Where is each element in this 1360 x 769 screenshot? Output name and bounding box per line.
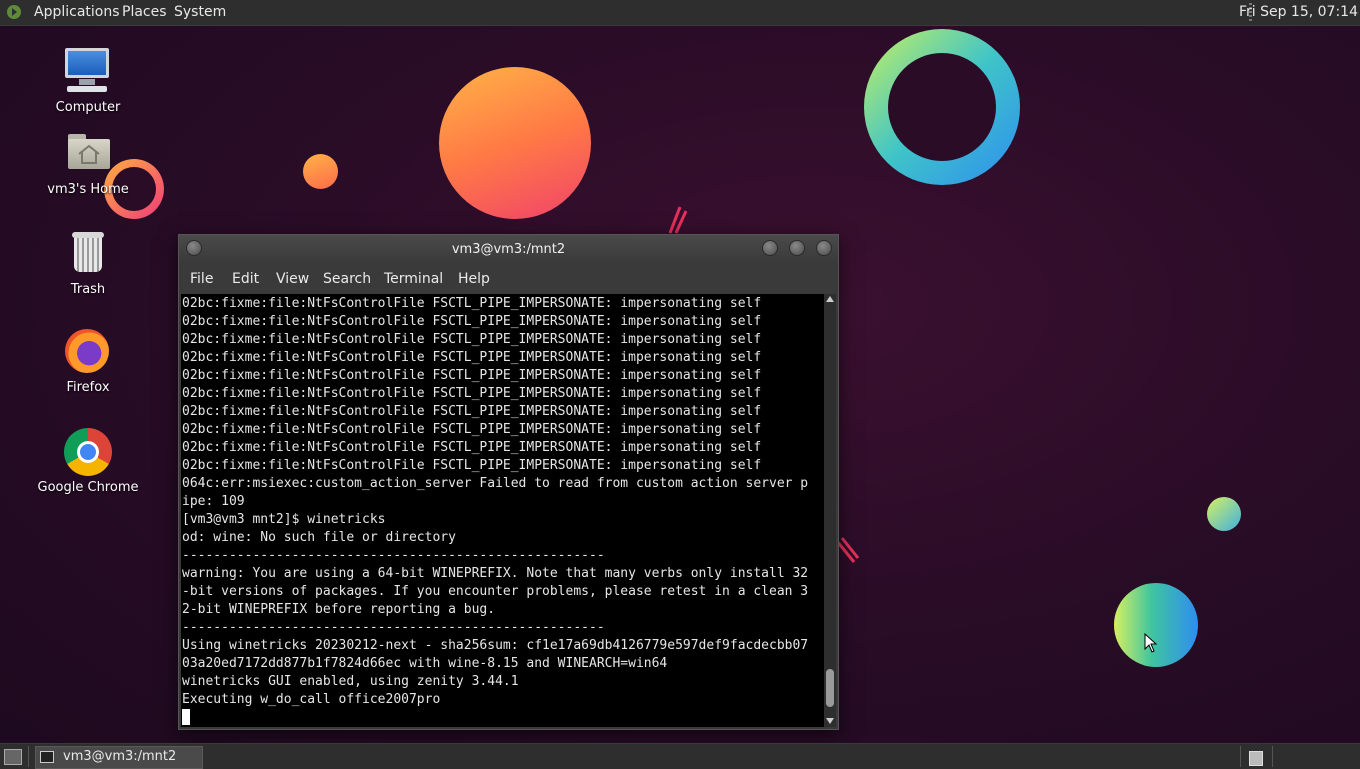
menu-system[interactable]: System	[174, 4, 226, 20]
clock[interactable]: Fri Sep 15, 07:14	[1239, 4, 1358, 20]
mouse-pointer-icon	[1144, 633, 1158, 653]
desktop-icon-label: Computer	[55, 100, 121, 115]
wallpaper-orange-circle	[439, 67, 591, 219]
top-panel: Applications Places System Fri Sep 15, 0…	[0, 0, 1360, 26]
terminal-line: 02bc:fixme:file:NtFsControlFile FSCTL_PI…	[182, 386, 762, 401]
desktop-icon-label: Trash	[70, 282, 106, 297]
panel-separator	[1272, 746, 1273, 767]
wallpaper-blue-dot	[1207, 497, 1241, 531]
terminal-output[interactable]: 02bc:fixme:file:NtFsControlFile FSCTL_PI…	[181, 294, 824, 727]
menu-edit[interactable]: Edit	[232, 271, 259, 287]
maximize-button[interactable]	[789, 240, 805, 256]
wallpaper-red-strokes	[668, 206, 688, 234]
terminal-line: od: wine: No such file or directory	[182, 530, 456, 545]
wallpaper-green-blue-circle	[1114, 583, 1198, 667]
workspace-switcher[interactable]	[1249, 751, 1263, 766]
terminal-line: 02bc:fixme:file:NtFsControlFile FSCTL_PI…	[182, 422, 762, 437]
distro-logo-icon[interactable]	[6, 4, 22, 20]
terminal-cursor	[182, 709, 190, 725]
taskbar-item-terminal[interactable]: vm3@vm3:/mnt2	[35, 746, 203, 769]
desktop-icon-firefox[interactable]: Firefox	[28, 326, 148, 395]
show-desktop-icon[interactable]	[4, 749, 22, 765]
terminal-scrollbar[interactable]	[824, 294, 836, 727]
menu-file[interactable]: File	[190, 271, 213, 287]
chrome-icon	[62, 426, 114, 478]
panel-separator	[1240, 746, 1241, 767]
terminal-icon	[40, 751, 54, 763]
scroll-up-arrow-icon[interactable]	[826, 296, 834, 302]
desktop-icon-trash[interactable]: Trash	[28, 228, 148, 297]
terminal-line: winetricks GUI enabled, using zenity 3.4…	[182, 674, 519, 689]
terminal-line: Using winetricks 20230212-next - sha256s…	[182, 638, 809, 653]
menu-help[interactable]: Help	[458, 271, 490, 287]
terminal-line: 02bc:fixme:file:NtFsControlFile FSCTL_PI…	[182, 404, 762, 419]
firefox-icon	[62, 326, 114, 378]
trash-icon	[62, 228, 114, 280]
home-folder-icon	[62, 128, 114, 180]
terminal-window[interactable]: vm3@vm3:/mnt2 File Edit View Search Term…	[178, 234, 839, 730]
terminal-line: 2-bit WINEPREFIX before reporting a bug.	[182, 602, 496, 617]
menu-terminal[interactable]: Terminal	[384, 271, 443, 287]
panel-separator	[28, 746, 29, 767]
terminal-line: ----------------------------------------…	[182, 620, 605, 635]
desktop-icon-home[interactable]: vm3's Home	[28, 128, 148, 197]
terminal-line: -bit versions of packages. If you encoun…	[182, 584, 809, 599]
desktop-icon-label: Google Chrome	[37, 480, 139, 495]
terminal-line: 02bc:fixme:file:NtFsControlFile FSCTL_PI…	[182, 440, 762, 455]
scroll-down-arrow-icon[interactable]	[826, 718, 834, 724]
terminal-line: 02bc:fixme:file:NtFsControlFile FSCTL_PI…	[182, 314, 762, 329]
terminal-line: 02bc:fixme:file:NtFsControlFile FSCTL_PI…	[182, 458, 762, 473]
terminal-line: [vm3@vm3 mnt2]$ winetricks	[182, 512, 386, 527]
close-button[interactable]	[816, 240, 832, 256]
window-title: vm3@vm3:/mnt2	[451, 242, 566, 257]
window-titlebar[interactable]: vm3@vm3:/mnt2	[179, 235, 838, 263]
computer-icon	[62, 46, 114, 98]
terminal-line: 064c:err:msiexec:custom_action_server Fa…	[182, 476, 809, 491]
terminal-text: 02bc:fixme:file:NtFsControlFile FSCTL_PI…	[182, 295, 808, 727]
terminal-line: warning: You are using a 64-bit WINEPREF…	[182, 566, 809, 581]
menu-view[interactable]: View	[276, 271, 309, 287]
menu-applications[interactable]: Applications	[34, 4, 120, 20]
desktop-icon-label: vm3's Home	[47, 182, 129, 197]
terminal-line: 02bc:fixme:file:NtFsControlFile FSCTL_PI…	[182, 350, 762, 365]
bottom-panel: vm3@vm3:/mnt2	[0, 743, 1360, 769]
minimize-button[interactable]	[762, 240, 778, 256]
menu-search[interactable]: Search	[323, 271, 371, 287]
terminal-line: 02bc:fixme:file:NtFsControlFile FSCTL_PI…	[182, 332, 762, 347]
terminal-line: 03a20ed7172dd877b1f7824d66ec with wine-8…	[182, 656, 668, 671]
wallpaper-gradient-ring	[864, 29, 1020, 185]
terminal-line: ipe: 109	[182, 494, 245, 509]
terminal-line: ----------------------------------------…	[182, 548, 605, 563]
terminal-line: 02bc:fixme:file:NtFsControlFile FSCTL_PI…	[182, 296, 762, 311]
terminal-menubar: File Edit View Search Terminal Help	[179, 263, 838, 293]
terminal-line: 02bc:fixme:file:NtFsControlFile FSCTL_PI…	[182, 368, 762, 383]
desktop-icon-computer[interactable]: Computer	[28, 46, 148, 115]
menu-places[interactable]: Places	[122, 4, 167, 20]
scrollbar-thumb[interactable]	[826, 669, 834, 707]
desktop-icon-label: Firefox	[66, 380, 110, 395]
wallpaper-small-orange-dot	[303, 154, 338, 189]
desktop-icon-chrome[interactable]: Google Chrome	[28, 426, 148, 495]
terminal-line: Executing w_do_call office2007pro	[182, 692, 441, 707]
taskbar-item-label: vm3@vm3:/mnt2	[63, 749, 177, 764]
